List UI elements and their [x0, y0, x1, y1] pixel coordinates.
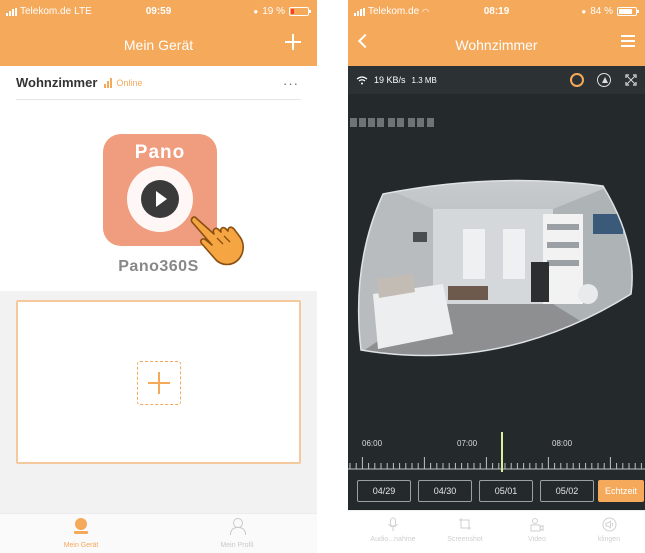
view-mode-icon[interactable]	[597, 73, 611, 87]
date-button[interactable]: 04/29	[357, 480, 411, 502]
fullscreen-icon[interactable]	[625, 74, 637, 86]
action-label: klingen	[597, 536, 621, 543]
tap-hand-icon	[190, 216, 244, 266]
pano-logo: Pano	[134, 142, 186, 163]
date-button[interactable]: 04/30	[418, 480, 472, 502]
tab-label: Mein Profil	[220, 542, 254, 549]
battery-icon	[617, 7, 639, 16]
status-bar: Telekom.de ◠ 08:19 ● 84 %	[348, 0, 645, 22]
timeline-label: 06:00	[362, 439, 383, 448]
video-icon	[530, 518, 544, 532]
device-model: Pano360S	[118, 258, 199, 275]
date-selector: 04/29 04/30 05/01 05/02 Echtzeit	[348, 480, 645, 502]
person-icon	[230, 518, 246, 535]
crop-icon	[459, 518, 471, 530]
menu-icon[interactable]	[621, 35, 635, 47]
date-button[interactable]: 05/02	[540, 480, 594, 502]
timeline-cursor[interactable]	[501, 432, 503, 472]
capture-icon[interactable]	[570, 73, 584, 87]
live-button[interactable]: Echtzeit	[598, 480, 644, 502]
data-total: 1.3 MB	[411, 75, 437, 85]
speaker-icon	[602, 517, 616, 532]
phone-device-list: Telekom.de LTE 09:59 ● 19 % Mein Gerät W…	[0, 0, 317, 553]
header-bar: Telekom.de ◠ 08:19 ● 84 % Wohnzimmer	[348, 0, 645, 66]
status-bar: Telekom.de LTE 09:59 ● 19 %	[0, 0, 317, 22]
audio-button[interactable]: Audio...nahme	[358, 517, 428, 543]
tab-mein-geraet[interactable]: Mein Gerät	[36, 518, 126, 549]
action-label: Audio...nahme	[370, 536, 416, 543]
device-card[interactable]: Wohnzimmer Online ··· Pano Pano360S	[0, 66, 317, 291]
header-bar: Telekom.de LTE 09:59 ● 19 % Mein Gerät	[0, 0, 317, 66]
plus-icon[interactable]	[283, 32, 303, 52]
screenshot-button[interactable]: Screenshot	[430, 517, 500, 543]
speaker-button[interactable]: klingen	[574, 517, 644, 543]
timeline-ruler	[348, 457, 645, 470]
timeline-label: 07:00	[457, 439, 478, 448]
plus-icon[interactable]	[137, 361, 181, 405]
phone-live-view: Telekom.de ◠ 08:19 ● 84 % Wohnzimmer 19 …	[348, 0, 645, 553]
action-bar: Audio...nahme Screenshot Video klingen	[348, 510, 645, 553]
page-title: Wohnzimmer	[455, 37, 538, 53]
osd-timestamp	[350, 116, 436, 128]
action-label: Screenshot	[447, 536, 483, 543]
battery-label: 19 %	[262, 6, 285, 17]
alarm-icon: ●	[581, 7, 587, 16]
alarm-icon: ●	[253, 7, 259, 16]
timeline-label: 08:00	[552, 439, 573, 448]
battery-label: 84 %	[590, 6, 613, 17]
date-button[interactable]: 05/01	[479, 480, 533, 502]
tab-bar: Mein Gerät Mein Profil	[0, 513, 317, 553]
live-toolbar: 19 KB/s 1.3 MB	[348, 66, 645, 94]
wifi-icon	[356, 75, 368, 84]
signal-strength-icon	[104, 77, 113, 88]
tab-label: Mein Gerät	[63, 542, 99, 549]
battery-icon	[289, 7, 311, 16]
panorama-video-frame	[357, 179, 633, 357]
device-name: Wohnzimmer	[16, 75, 98, 90]
action-label: Video	[528, 536, 546, 543]
page-title: Mein Gerät	[123, 37, 194, 53]
more-dots-icon[interactable]: ···	[283, 76, 299, 91]
video-button[interactable]: Video	[502, 517, 572, 543]
device-header: Wohnzimmer Online ···	[16, 66, 301, 100]
play-icon[interactable]	[141, 180, 179, 218]
camera-device-icon	[74, 518, 88, 534]
live-view[interactable]: 19 KB/s 1.3 MB 06:00 07:00 08:00 04/29 0…	[348, 66, 645, 510]
bitrate: 19 KB/s	[374, 75, 406, 85]
microphone-icon	[388, 517, 398, 531]
status-badge: Online	[116, 77, 143, 88]
playback-timeline[interactable]: 06:00 07:00 08:00	[348, 432, 645, 472]
tab-mein-profil[interactable]: Mein Profil	[192, 518, 282, 549]
